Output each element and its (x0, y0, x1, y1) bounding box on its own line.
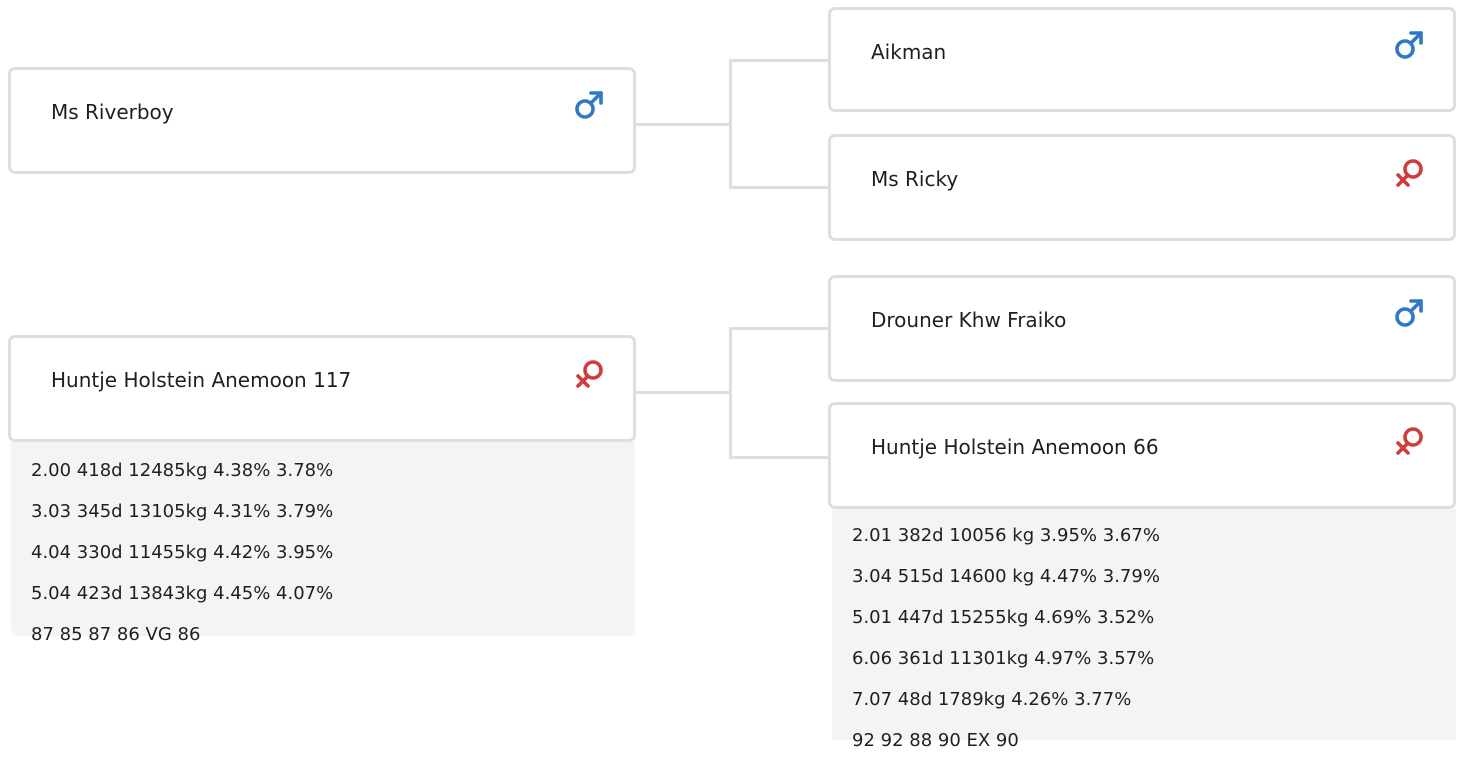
animal-name: Ms Riverboy (51, 100, 174, 124)
lactation-record: 3.03 345d 13105kg 4.31% 3.79% (31, 501, 334, 522)
lactation-record: 2.01 382d 10056 kg 3.95% 3.67% (852, 525, 1160, 546)
sire-sire-card[interactable]: Aikman (828, 7, 1456, 112)
classification-score: 87 85 87 86 VG 86 (31, 624, 201, 645)
lactation-record: 5.01 447d 15255kg 4.69% 3.52% (852, 607, 1155, 628)
female-icon (1396, 159, 1423, 187)
connector-line (635, 391, 732, 394)
connector-line (729, 456, 831, 459)
lactation-record: 2.00 418d 12485kg 4.38% 3.78% (31, 460, 334, 481)
female-icon (1396, 427, 1423, 455)
male-icon (1395, 299, 1423, 327)
lactation-record: 5.04 423d 13843kg 4.45% 4.07% (31, 583, 334, 604)
connector-line (729, 59, 732, 189)
lactation-record: 4.04 330d 11455kg 4.42% 3.95% (31, 542, 334, 563)
dam-sire-card[interactable]: Drouner Khw Fraiko (828, 275, 1456, 382)
connector-line (729, 186, 831, 189)
connector-line (729, 327, 831, 330)
connector-line (729, 59, 831, 62)
male-icon (575, 91, 603, 119)
dam-card[interactable]: Huntje Holstein Anemoon 117 (8, 335, 636, 442)
connector-line (635, 123, 732, 126)
performance-details: 2.00 418d 12485kg 4.38% 3.78% 3.03 345d … (11, 442, 635, 645)
animal-name: Huntje Holstein Anemoon 66 (871, 435, 1159, 459)
lactation-record: 6.06 361d 11301kg 4.97% 3.57% (852, 648, 1155, 669)
lactation-record: 3.04 515d 14600 kg 4.47% 3.79% (852, 566, 1160, 587)
animal-name: Ms Ricky (871, 167, 959, 191)
sire-dam-card[interactable]: Ms Ricky (828, 134, 1456, 241)
classification-score: 92 92 88 90 EX 90 (852, 730, 1019, 751)
sire-card[interactable]: Ms Riverboy (8, 67, 636, 174)
dam-dam-card[interactable]: Huntje Holstein Anemoon 66 (828, 402, 1456, 509)
animal-name: Aikman (871, 40, 947, 64)
performance-details: 2.01 382d 10056 kg 3.95% 3.67% 3.04 515d… (832, 509, 1456, 751)
male-icon (1395, 31, 1423, 59)
animal-name: Huntje Holstein Anemoon 117 (51, 368, 352, 392)
female-icon (576, 360, 603, 388)
animal-name: Drouner Khw Fraiko (871, 308, 1067, 332)
connector-line (729, 327, 732, 459)
lactation-record: 7.07 48d 1789kg 4.26% 3.77% (852, 689, 1132, 710)
